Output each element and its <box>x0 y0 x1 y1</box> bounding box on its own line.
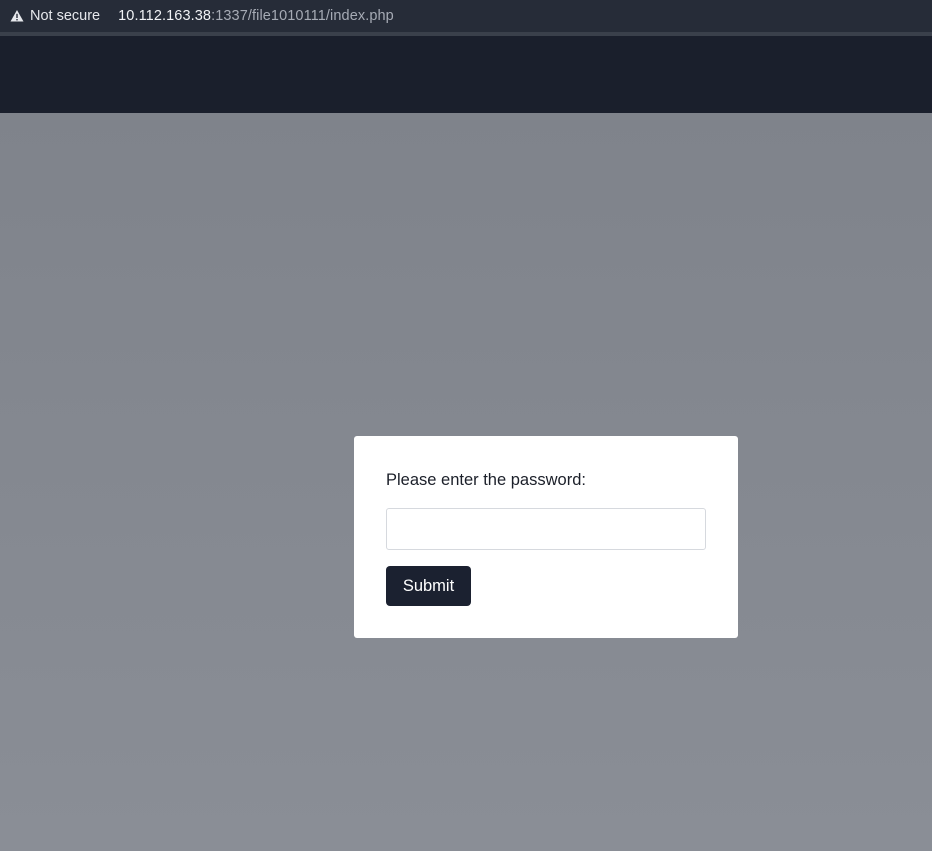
password-prompt: Please enter the password: <box>386 471 586 489</box>
password-modal: Please enter the password: Submit <box>354 436 738 638</box>
warning-triangle-icon[interactable] <box>10 9 24 23</box>
site-header <box>0 36 932 113</box>
password-input[interactable] <box>386 508 706 550</box>
security-status[interactable]: Not secure <box>30 8 100 24</box>
url-text[interactable]: 10.112.163.38:1337/file1010111/index.php <box>118 8 394 24</box>
url-host: 10.112.163.38 <box>118 8 212 24</box>
submit-button[interactable]: Submit <box>386 566 471 606</box>
url-path: :1337/file1010111/index.php <box>211 8 394 24</box>
browser-address-bar: Not secure 10.112.163.38:1337/file101011… <box>0 0 932 32</box>
